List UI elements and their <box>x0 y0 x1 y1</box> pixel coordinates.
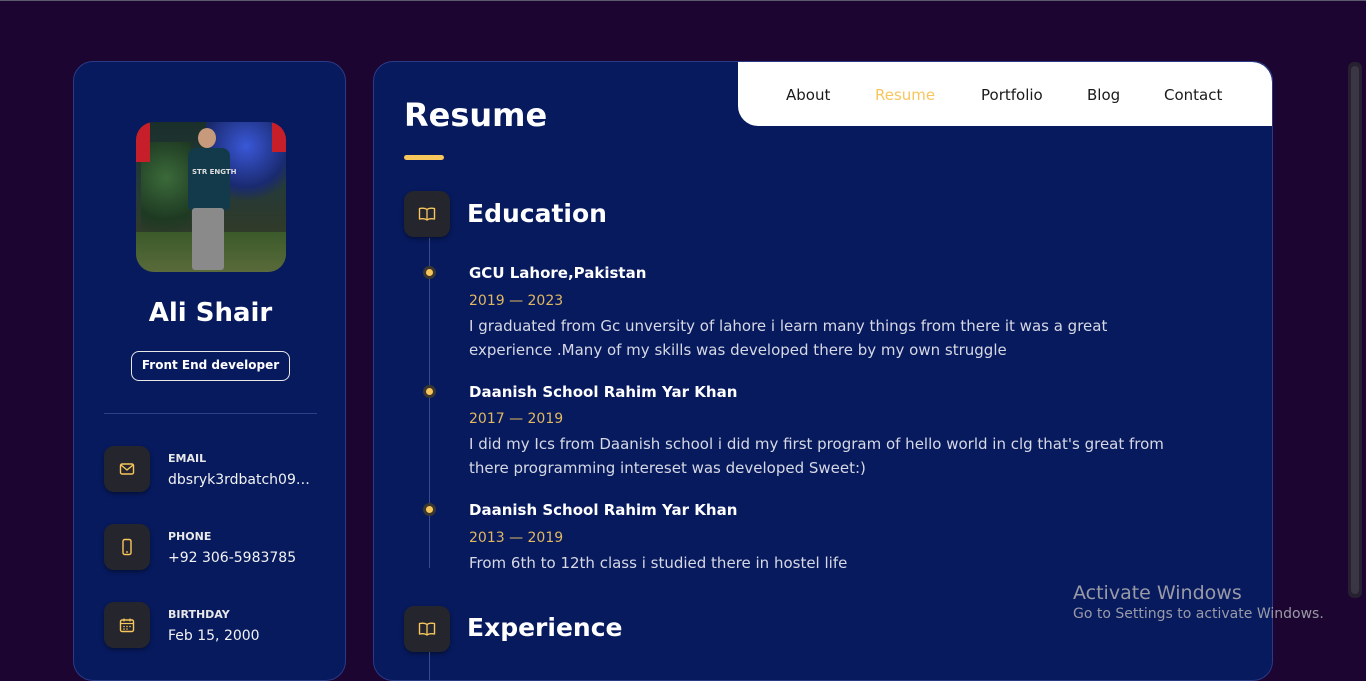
section-title-experience: Experience <box>467 613 623 642</box>
nav-portfolio[interactable]: Portfolio <box>981 86 1043 104</box>
contact-label: EMAIL <box>168 452 207 465</box>
watermark-subtitle: Go to Settings to activate Windows. <box>1073 606 1324 622</box>
navbar: About Resume Portfolio Blog Contact <box>738 62 1272 126</box>
timeline-line <box>429 652 430 680</box>
contact-phone: PHONE +92 306-5983785 <box>104 524 334 574</box>
section-title-education: Education <box>467 199 607 228</box>
timeline-dot <box>423 385 436 398</box>
email-link[interactable]: dbsryk3rdbatch093@gmail.com <box>168 472 313 488</box>
nav-resume[interactable]: Resume <box>875 86 935 104</box>
calendar-icon <box>104 602 150 648</box>
title-underline <box>404 155 444 160</box>
watermark-title: Activate Windows <box>1073 582 1242 604</box>
phone-link[interactable]: +92 306-5983785 <box>168 550 296 566</box>
timeline-item-date: 2017 — 2019 <box>469 411 564 427</box>
page-scrollbar[interactable] <box>1348 62 1362 598</box>
avatar: STR ENGTH <box>136 122 286 272</box>
book-icon <box>404 606 450 652</box>
timeline-item-text: I graduated from Gc unversity of lahore … <box>469 317 1108 359</box>
role-badge: Front End developer <box>131 351 290 381</box>
birthday-value: Feb 15, 2000 <box>168 628 260 644</box>
timeline-item-text: From 6th to 12th class i studied there i… <box>469 554 848 572</box>
timeline-dot <box>423 503 436 516</box>
nav-blog[interactable]: Blog <box>1087 86 1120 104</box>
timeline-item-date: 2013 — 2019 <box>469 530 564 546</box>
phone-icon <box>104 524 150 570</box>
sidebar-divider <box>104 413 317 414</box>
timeline-item-title: Daanish School Rahim Yar Khan <box>469 383 738 401</box>
timeline-item-text: I did my Ics from Daanish school i did m… <box>469 435 1164 477</box>
timeline-dot <box>423 266 436 279</box>
contact-label: BIRTHDAY <box>168 608 230 621</box>
timeline-line <box>429 238 430 568</box>
profile-name: Ali Shair <box>148 298 273 328</box>
contact-birthday: BIRTHDAY Feb 15, 2000 <box>104 602 334 652</box>
page-title: Resume <box>404 96 548 134</box>
windows-activation-watermark: Activate Windows Go to Settings to activ… <box>1073 582 1324 622</box>
nav-contact[interactable]: Contact <box>1164 86 1222 104</box>
top-border <box>0 0 1366 1</box>
nav-about[interactable]: About <box>786 86 830 104</box>
mail-icon <box>104 446 150 492</box>
contact-email: EMAIL dbsryk3rdbatch093@gmail.com <box>104 446 334 496</box>
timeline-item-title: Daanish School Rahim Yar Khan <box>469 501 738 519</box>
profile-sidebar: STR ENGTH Ali Shair Front End developer … <box>73 61 346 681</box>
book-icon <box>404 191 450 237</box>
avatar-shirt-text: STR ENGTH <box>192 168 237 176</box>
timeline-item-date: 2019 — 2023 <box>469 293 564 309</box>
scrollbar-thumb[interactable] <box>1351 66 1359 594</box>
contact-label: PHONE <box>168 530 212 543</box>
timeline-item-title: GCU Lahore,Pakistan <box>469 264 647 282</box>
